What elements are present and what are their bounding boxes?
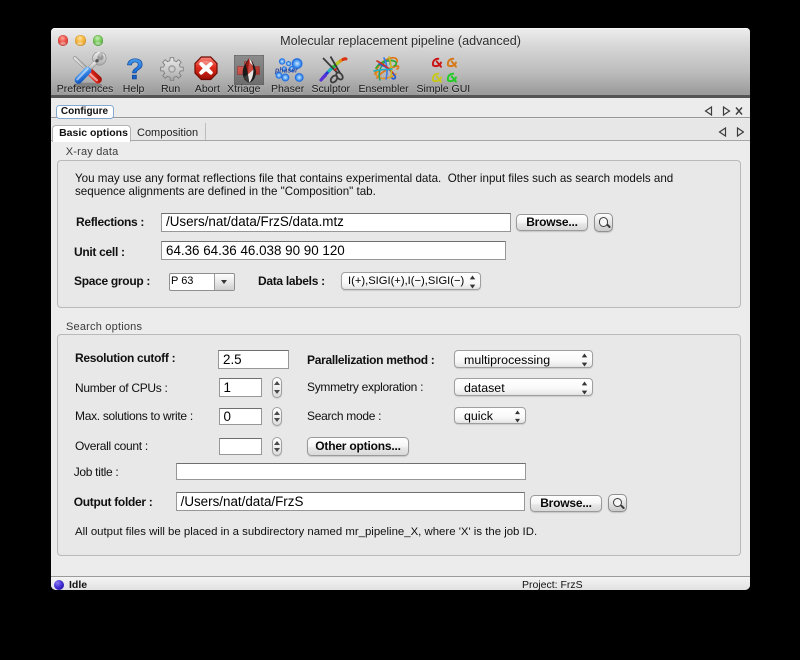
svg-text:phaser: phaser [274,68,299,75]
svg-text:?: ? [126,56,144,83]
